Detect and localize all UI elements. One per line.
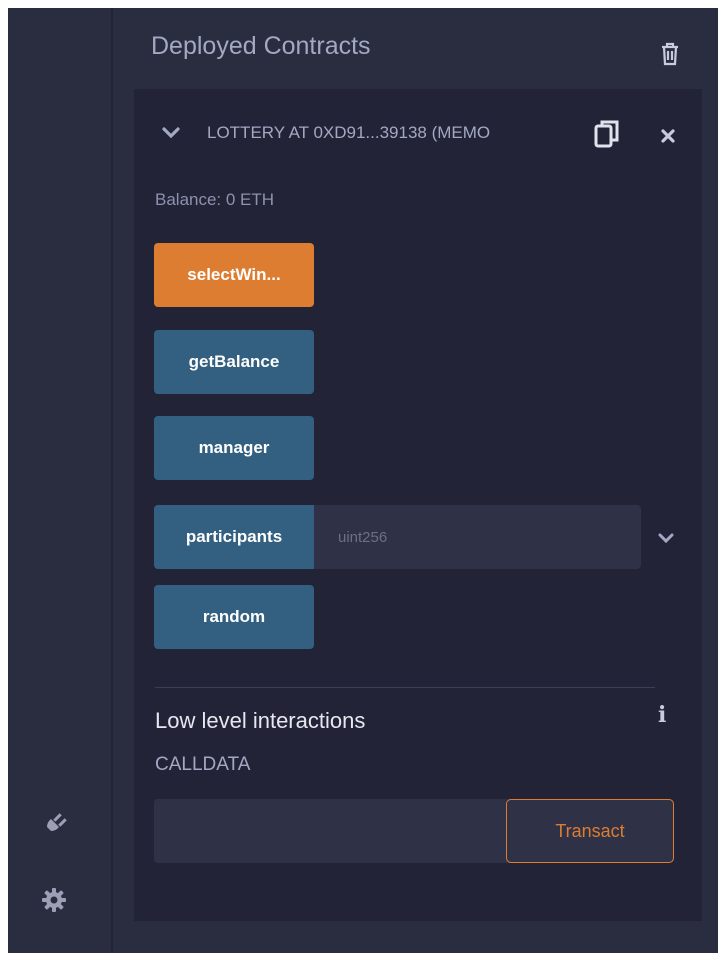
balance-label: Balance: 0 ETH bbox=[155, 190, 275, 209]
chevron-down-icon[interactable] bbox=[162, 126, 180, 140]
transact-button[interactable]: Transact bbox=[506, 799, 674, 863]
function-button-getbalance[interactable]: getBalance bbox=[154, 330, 314, 394]
function-button-random[interactable]: random bbox=[154, 585, 314, 649]
function-button-participants[interactable]: participants bbox=[154, 505, 314, 569]
low-level-title: Low level interactions bbox=[155, 708, 366, 733]
calldata-label: CALLDATA bbox=[155, 754, 251, 775]
icon-rail bbox=[8, 8, 111, 953]
panel-title: Deployed Contracts bbox=[151, 32, 371, 60]
close-icon[interactable] bbox=[660, 128, 676, 144]
contract-instance-name[interactable]: LOTTERY AT 0XD91...39138 (MEMO bbox=[207, 123, 565, 143]
function-button-selectwinner[interactable]: selectWin... bbox=[154, 243, 314, 307]
plug-icon[interactable] bbox=[38, 808, 70, 840]
trash-icon[interactable] bbox=[660, 42, 680, 66]
section-divider bbox=[155, 687, 655, 688]
function-button-manager[interactable]: manager bbox=[154, 416, 314, 480]
info-icon[interactable]: i bbox=[658, 702, 666, 728]
gear-icon[interactable] bbox=[38, 884, 70, 916]
copy-icon[interactable] bbox=[592, 119, 622, 151]
expand-chevron-icon[interactable] bbox=[658, 531, 674, 544]
participants-arg-input[interactable] bbox=[314, 505, 641, 569]
